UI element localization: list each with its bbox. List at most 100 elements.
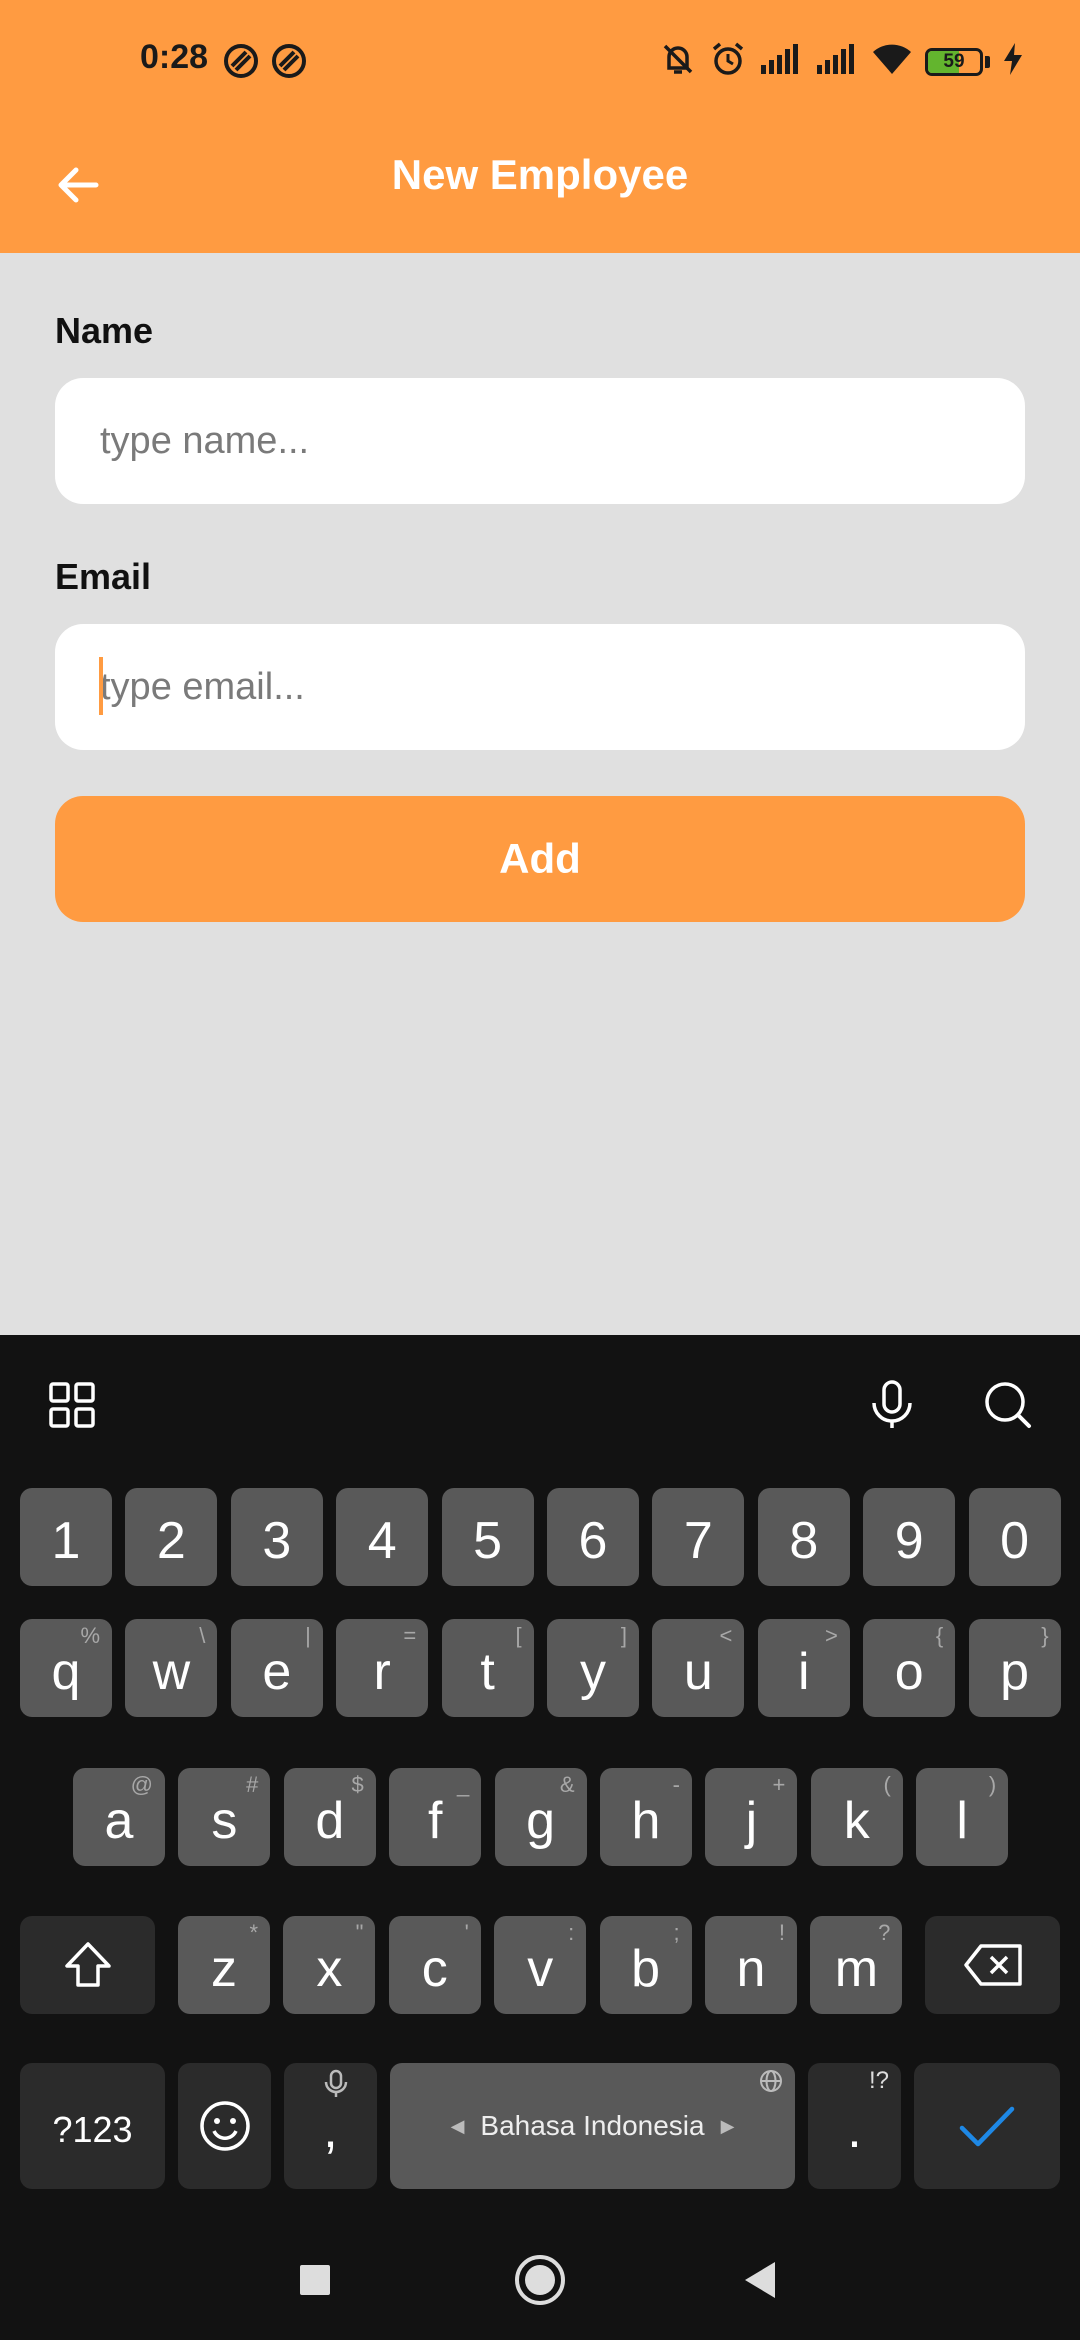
name-input[interactable] (55, 378, 1025, 504)
key-g[interactable]: & g (494, 1768, 587, 1866)
app-bar: New Employee (0, 125, 1080, 253)
key-hint: ; (673, 1920, 680, 1945)
symbols-key-label: ?123 (52, 2109, 133, 2150)
key-x[interactable]: " x (283, 1916, 376, 2014)
key-m[interactable]: ? m (810, 1916, 903, 2014)
key-h[interactable]: -h (600, 1768, 692, 1866)
key-k[interactable]: (k (810, 1768, 903, 1866)
keyboard-search-button[interactable] (973, 1370, 1043, 1440)
key-3[interactable]: 3 (230, 1488, 323, 1586)
key-s[interactable]: # s (178, 1768, 271, 1866)
key-f[interactable]: _ f (389, 1768, 482, 1866)
signal-icon (759, 43, 803, 80)
email-input[interactable] (55, 624, 1025, 750)
home-button[interactable] (500, 2240, 580, 2320)
comma-key[interactable]: , (284, 2063, 377, 2189)
key-w[interactable]: \ w (125, 1619, 218, 1717)
key-hint: > (824, 1623, 838, 1648)
key-l[interactable]: ) l (916, 1768, 1009, 1866)
key-n[interactable]: ! n (705, 1916, 797, 2014)
symbols-key[interactable]: ?123 (20, 2063, 165, 2189)
status-time: 0:28 (140, 38, 209, 76)
key-i[interactable]: > i (757, 1619, 850, 1717)
key-6[interactable]: 6 (547, 1488, 639, 1586)
key-j[interactable]: + j (705, 1768, 798, 1866)
caret-left-icon: ◀ (450, 2115, 465, 2136)
key-label: f (427, 1792, 443, 1850)
grid-button[interactable] (37, 1370, 107, 1440)
back-nav-button[interactable] (720, 2240, 800, 2320)
employee-form: Name Email Add (55, 310, 1025, 922)
key-label: l (956, 1792, 968, 1850)
key-label: y (580, 1643, 606, 1701)
key-hint: _ (456, 1772, 470, 1797)
recents-button[interactable] (275, 2240, 355, 2320)
enter-key[interactable] (914, 2063, 1060, 2189)
backspace-key[interactable] (925, 1916, 1060, 2014)
mute-bell-icon (659, 40, 697, 83)
key-label: t (480, 1643, 495, 1701)
key-hint: % (80, 1623, 100, 1648)
key-label: 1 (51, 1512, 81, 1570)
space-key-label: Bahasa Indonesia (480, 2110, 705, 2141)
battery-tip (985, 55, 990, 68)
key-e[interactable]: | e (230, 1619, 323, 1717)
home-circle-icon (515, 2255, 565, 2305)
key-label: 5 (473, 1512, 503, 1570)
key-8[interactable]: 8 (757, 1488, 850, 1586)
add-button[interactable]: Add (55, 796, 1025, 922)
key-2[interactable]: 2 (125, 1488, 218, 1586)
key-b[interactable]: ; b (599, 1916, 692, 2014)
comma-key-label: , (323, 2101, 338, 2159)
key-label: n (736, 1940, 766, 1998)
key-7[interactable]: 7 (652, 1488, 745, 1586)
key-1[interactable]: 1 (20, 1488, 112, 1586)
text-cursor (99, 657, 103, 715)
key-9[interactable]: 9 (863, 1488, 956, 1586)
key-o[interactable]: {o (863, 1619, 956, 1717)
key-a[interactable]: @ a (73, 1768, 165, 1866)
key-r[interactable]: = r (336, 1619, 429, 1717)
key-hint: * (249, 1920, 258, 1945)
period-key-label: . (847, 2101, 862, 2159)
checkmark-icon (959, 2106, 1015, 2147)
key-hint: ] (620, 1623, 627, 1648)
key-hint: = (403, 1623, 417, 1648)
key-label: s (211, 1792, 238, 1850)
period-key[interactable]: !? . (808, 2063, 901, 2189)
key-hint: | (305, 1623, 311, 1648)
key-y[interactable]: ] y (547, 1619, 639, 1717)
key-hint: - (672, 1772, 680, 1797)
square-icon (300, 2265, 330, 2295)
emoji-key[interactable] (178, 2063, 271, 2189)
key-4[interactable]: 4 (336, 1488, 429, 1586)
key-5[interactable]: 5 (441, 1488, 534, 1586)
key-label: o (894, 1643, 924, 1701)
key-hint: ! (778, 1920, 785, 1945)
shift-key[interactable] (20, 1916, 155, 2014)
key-label: d (315, 1792, 345, 1850)
key-label: c (421, 1940, 448, 1998)
key-0[interactable]: 0 (968, 1488, 1061, 1586)
key-c[interactable]: ' c (388, 1916, 481, 2014)
key-hint: ? (878, 1920, 891, 1945)
emoji-icon (199, 2101, 250, 2151)
key-q[interactable]: % q (20, 1619, 112, 1717)
key-label: j (745, 1792, 758, 1850)
key-z[interactable]: * z (178, 1916, 270, 2014)
space-key[interactable]: ◀ Bahasa Indonesia ▶ (390, 2063, 795, 2189)
voice-input-button[interactable] (857, 1370, 927, 1440)
key-d[interactable]: $ d (283, 1768, 376, 1866)
key-label: q (51, 1643, 81, 1701)
key-p[interactable]: } p (968, 1619, 1061, 1717)
key-label: h (631, 1792, 661, 1850)
page-title: New Employee (391, 151, 689, 198)
key-label: e (262, 1643, 292, 1701)
key-t[interactable]: [t (441, 1619, 534, 1717)
key-u[interactable]: < u (652, 1619, 745, 1717)
key-hint: ' (464, 1920, 469, 1945)
key-label: a (104, 1792, 134, 1850)
key-v[interactable]: :v (494, 1916, 587, 2014)
key-hint: & (559, 1772, 575, 1797)
key-hint: < (719, 1623, 733, 1648)
